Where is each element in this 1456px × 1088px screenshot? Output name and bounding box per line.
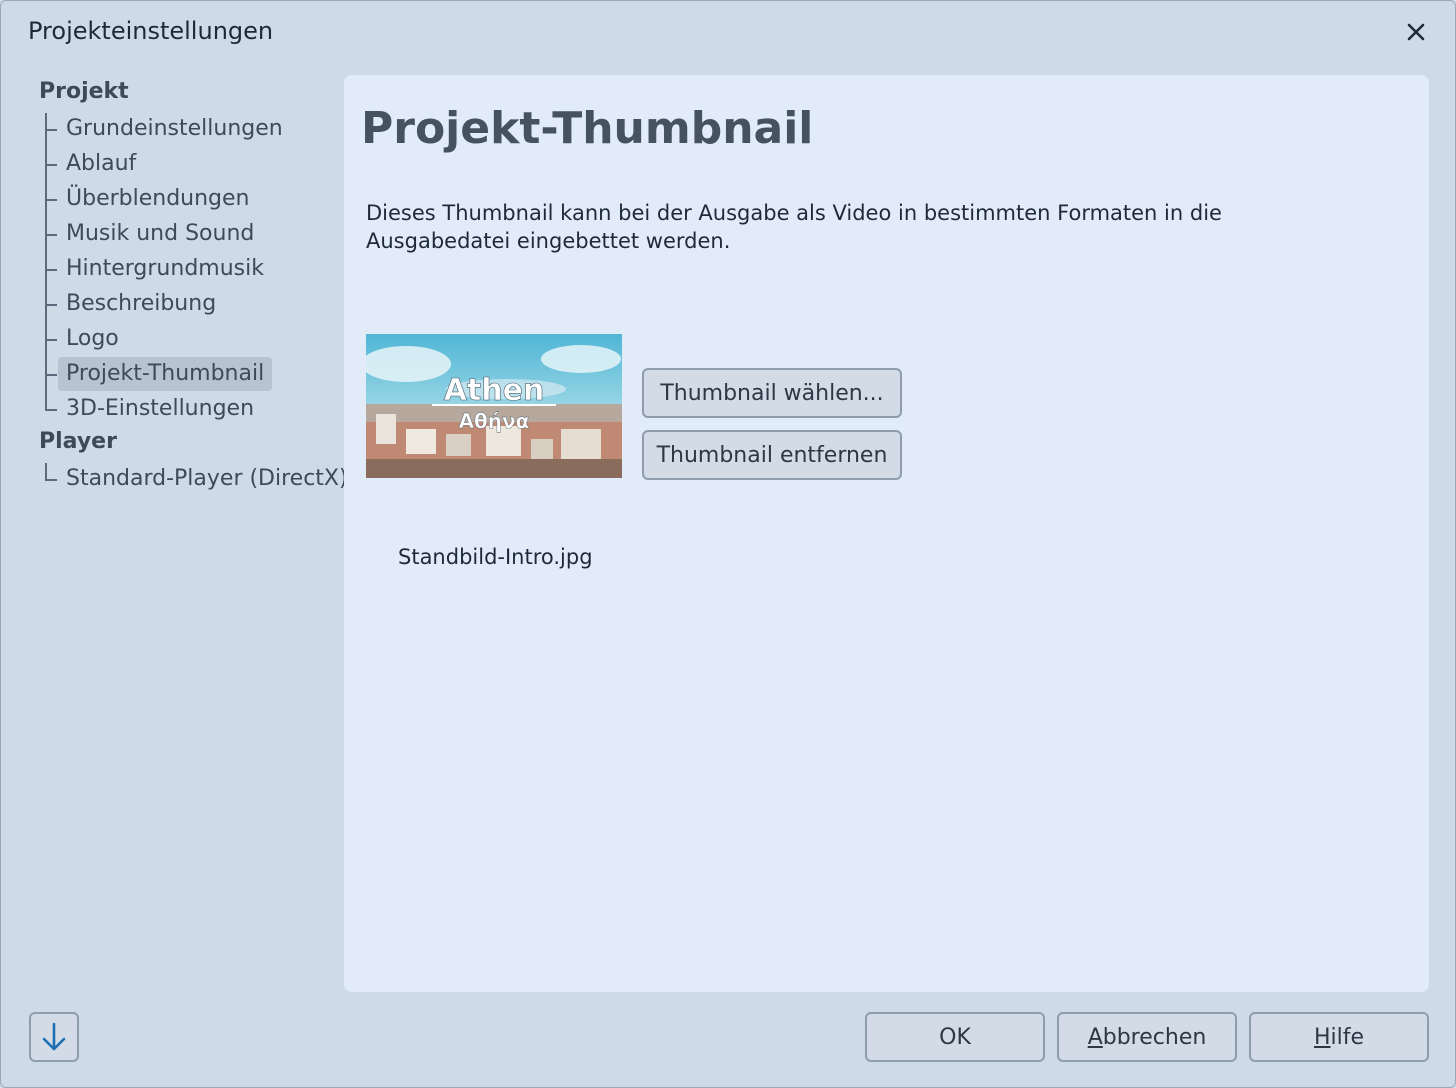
page-title: Projekt-Thumbnail bbox=[361, 103, 814, 154]
cancel-button[interactable]: Abbrechen bbox=[1057, 1012, 1237, 1062]
tree-group-projekt[interactable]: Projekt bbox=[39, 79, 129, 104]
help-button[interactable]: Hilfe bbox=[1249, 1012, 1429, 1062]
tree-item-projekt-thumbnail[interactable]: Projekt-Thumbnail bbox=[58, 357, 273, 391]
thumbnail-image: Athen Αθήνα bbox=[366, 334, 622, 478]
close-button[interactable] bbox=[1397, 13, 1435, 51]
remove-thumbnail-button[interactable]: Thumbnail entfernen bbox=[642, 430, 902, 480]
tree-item-hintergrundmusik[interactable]: Hintergrundmusik bbox=[58, 252, 272, 286]
tree-branch bbox=[45, 234, 57, 236]
tree-branch bbox=[45, 304, 57, 306]
dialog-window: Projekteinstellungen Projekt Grundeinste… bbox=[0, 0, 1456, 1088]
ok-button[interactable]: OK bbox=[865, 1012, 1045, 1062]
expand-button[interactable] bbox=[29, 1012, 79, 1062]
tree-line bbox=[45, 113, 47, 409]
tree-item-ueberblendungen[interactable]: Überblendungen bbox=[58, 182, 258, 216]
tree-line bbox=[45, 463, 47, 479]
tree-branch bbox=[45, 374, 57, 376]
tree-branch bbox=[45, 479, 57, 481]
thumbnail-divider bbox=[432, 404, 556, 406]
tree-group-player[interactable]: Player bbox=[39, 429, 117, 454]
tree-item-logo[interactable]: Logo bbox=[58, 322, 127, 356]
description-text: Dieses Thumbnail kann bei der Ausgabe al… bbox=[366, 201, 1222, 253]
choose-thumbnail-button[interactable]: Thumbnail wählen... bbox=[642, 368, 902, 418]
thumbnail-filename: Standbild-Intro.jpg bbox=[398, 545, 593, 569]
tree-branch bbox=[45, 269, 57, 271]
tree-item-standard-player[interactable]: Standard-Player (DirectX) bbox=[58, 462, 356, 496]
tree-branch bbox=[45, 409, 57, 411]
tree-item-grundeinstellungen[interactable]: Grundeinstellungen bbox=[58, 112, 291, 146]
tree-item-beschreibung[interactable]: Beschreibung bbox=[58, 287, 224, 321]
tree-branch bbox=[45, 339, 57, 341]
tree-branch bbox=[45, 129, 57, 131]
tree-branch bbox=[45, 199, 57, 201]
tree-branch bbox=[45, 164, 57, 166]
thumbnail-subtitle: Αθήνα bbox=[459, 409, 530, 433]
cancel-label-rest: bbrechen bbox=[1102, 1024, 1207, 1050]
tree-item-ablauf[interactable]: Ablauf bbox=[58, 147, 144, 181]
tree-item-3d-einstellungen[interactable]: 3D-Einstellungen bbox=[58, 392, 262, 426]
thumbnail-title: Athen bbox=[444, 373, 545, 408]
help-accelerator: H bbox=[1313, 1024, 1331, 1050]
close-icon bbox=[1407, 23, 1425, 41]
cancel-accelerator: A bbox=[1087, 1024, 1103, 1050]
dialog-title: Projekteinstellungen bbox=[28, 17, 274, 45]
tree-item-musik-und-sound[interactable]: Musik und Sound bbox=[58, 217, 262, 251]
arrow-down-icon bbox=[42, 1022, 66, 1051]
thumbnail-preview: Athen Αθήνα bbox=[366, 334, 622, 478]
help-label-rest: ilfe bbox=[1330, 1024, 1365, 1050]
settings-panel: Projekt-Thumbnail Dieses Thumbnail kann … bbox=[344, 75, 1429, 992]
